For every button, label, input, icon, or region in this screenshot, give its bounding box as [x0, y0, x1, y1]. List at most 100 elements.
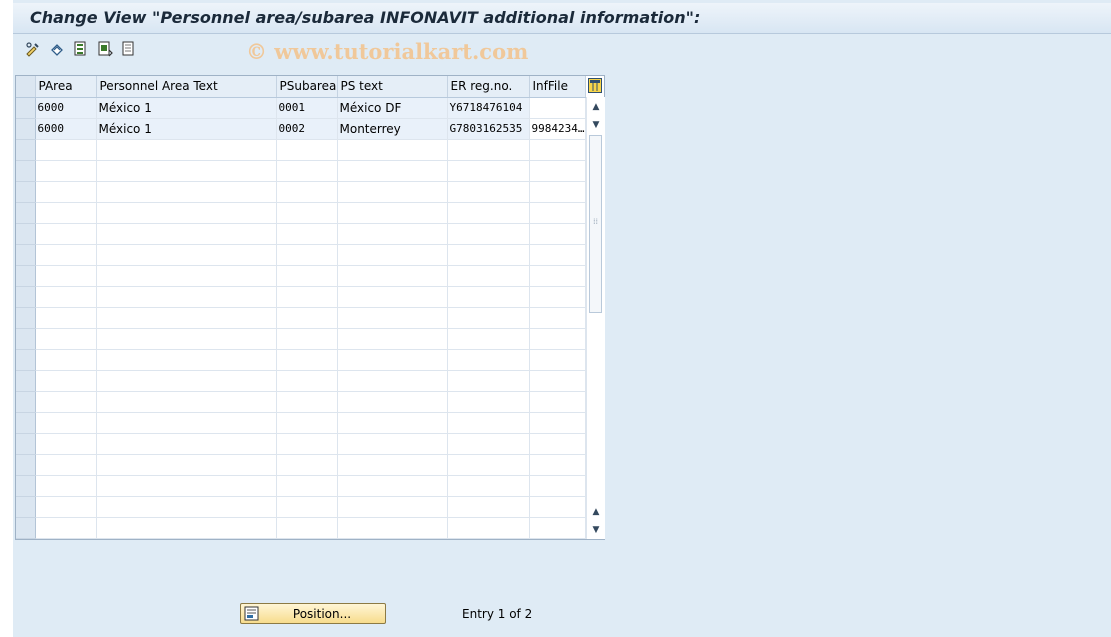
empty-cell — [529, 391, 586, 413]
row-selector[interactable] — [16, 412, 36, 434]
empty-cell — [276, 517, 338, 539]
empty-cell — [96, 391, 277, 413]
empty-cell — [35, 433, 97, 455]
empty-cell — [96, 307, 277, 329]
column-header-er-reg-no[interactable]: ER reg.no. — [447, 76, 530, 98]
select-block-icon[interactable] — [97, 41, 113, 57]
empty-cell — [447, 160, 530, 182]
row-selector[interactable] — [16, 475, 36, 497]
select-all-cell[interactable] — [16, 76, 36, 98]
empty-cell — [96, 475, 277, 497]
empty-cell — [276, 244, 338, 266]
empty-cell — [96, 202, 277, 224]
empty-cell — [529, 433, 586, 455]
row-selector[interactable] — [16, 265, 36, 287]
cell-psubarea: 0002 — [276, 118, 338, 140]
empty-cell — [337, 160, 448, 182]
deselect-all-icon[interactable] — [121, 41, 137, 57]
cell-personnel-area-text: México 1 — [96, 118, 277, 140]
row-selector[interactable] — [16, 391, 36, 413]
empty-cell — [276, 307, 338, 329]
empty-cell — [337, 328, 448, 350]
table-header-row: PArea Personnel Area Text PSubarea PS te… — [16, 76, 586, 98]
cell-parea: 6000 — [35, 118, 97, 140]
empty-cell — [447, 202, 530, 224]
grip-icon: ⁞⁞ — [593, 217, 599, 226]
empty-cell — [447, 286, 530, 308]
empty-cell — [337, 307, 448, 329]
row-selector[interactable] — [16, 223, 36, 245]
row-selector[interactable] — [16, 349, 36, 371]
empty-cell — [35, 202, 97, 224]
empty-cell — [96, 328, 277, 350]
select-all-icon[interactable] — [73, 41, 89, 57]
empty-cell — [529, 454, 586, 476]
row-selector[interactable] — [16, 244, 36, 266]
row-selector[interactable] — [16, 97, 36, 119]
row-selector[interactable] — [16, 517, 36, 539]
empty-cell — [529, 181, 586, 203]
empty-cell — [529, 223, 586, 245]
row-selector[interactable] — [16, 118, 36, 140]
empty-cell — [337, 454, 448, 476]
empty-table-row — [16, 349, 586, 371]
position-button-label: Position... — [292, 607, 352, 621]
empty-cell — [447, 391, 530, 413]
row-selector[interactable] — [16, 307, 36, 329]
empty-table-row — [16, 139, 586, 161]
table-settings-icon[interactable] — [588, 78, 602, 93]
row-selector[interactable] — [16, 496, 36, 518]
position-button[interactable]: Position... — [240, 603, 386, 624]
table-row: 6000 México 1 0001 México DF Y6718476104 — [16, 96, 586, 119]
scroll-thumb[interactable]: ⁞⁞ — [589, 135, 602, 313]
cell-inffile-input[interactable]: 9984234… — [528, 117, 586, 140]
cell-personnel-area-text: México 1 — [96, 97, 277, 119]
row-selector[interactable] — [16, 160, 36, 182]
cell-inffile-input[interactable] — [528, 96, 586, 119]
empty-cell — [529, 370, 586, 392]
empty-cell — [447, 475, 530, 497]
column-header-parea[interactable]: PArea — [35, 76, 97, 98]
empty-cell — [447, 412, 530, 434]
empty-cell — [96, 286, 277, 308]
empty-cell — [96, 496, 277, 518]
display-change-icon[interactable] — [25, 41, 41, 57]
empty-cell — [529, 517, 586, 539]
page-down-icon[interactable]: ▼ — [589, 118, 603, 132]
empty-cell — [276, 160, 338, 182]
scroll-up-icon[interactable]: ▲ — [589, 100, 603, 114]
empty-cell — [529, 244, 586, 266]
column-header-inffile[interactable]: InfFile — [529, 76, 586, 98]
row-selector[interactable] — [16, 370, 36, 392]
empty-table-row — [16, 244, 586, 266]
vertical-scrollbar[interactable]: ▲ ▼ ⁞⁞ ▲ ▼ — [586, 97, 605, 539]
column-header-ps-text[interactable]: PS text — [337, 76, 448, 98]
row-selector[interactable] — [16, 454, 36, 476]
empty-cell — [96, 160, 277, 182]
empty-cell — [276, 496, 338, 518]
empty-cell — [337, 496, 448, 518]
row-selector[interactable] — [16, 181, 36, 203]
empty-cell — [447, 307, 530, 329]
page-up-icon[interactable]: ▲ — [589, 505, 603, 519]
cell-er-reg-no[interactable]: G7803162535 — [447, 118, 530, 140]
undo-icon[interactable] — [49, 41, 65, 57]
scroll-down-icon[interactable]: ▼ — [589, 523, 603, 537]
row-selector[interactable] — [16, 139, 36, 161]
row-selector[interactable] — [16, 328, 36, 350]
empty-cell — [337, 349, 448, 371]
row-selector[interactable] — [16, 202, 36, 224]
cell-parea: 6000 — [35, 97, 97, 119]
empty-table-row — [16, 496, 586, 518]
column-header-personnel-area-text[interactable]: Personnel Area Text — [96, 76, 277, 98]
row-selector[interactable] — [16, 433, 36, 455]
empty-cell — [529, 160, 586, 182]
empty-cell — [337, 370, 448, 392]
empty-cell — [529, 202, 586, 224]
cell-er-reg-no[interactable]: Y6718476104 — [447, 97, 530, 119]
row-selector[interactable] — [16, 286, 36, 308]
empty-cell — [35, 328, 97, 350]
empty-cell — [529, 496, 586, 518]
column-header-psubarea[interactable]: PSubarea — [276, 76, 338, 98]
empty-cell — [35, 391, 97, 413]
